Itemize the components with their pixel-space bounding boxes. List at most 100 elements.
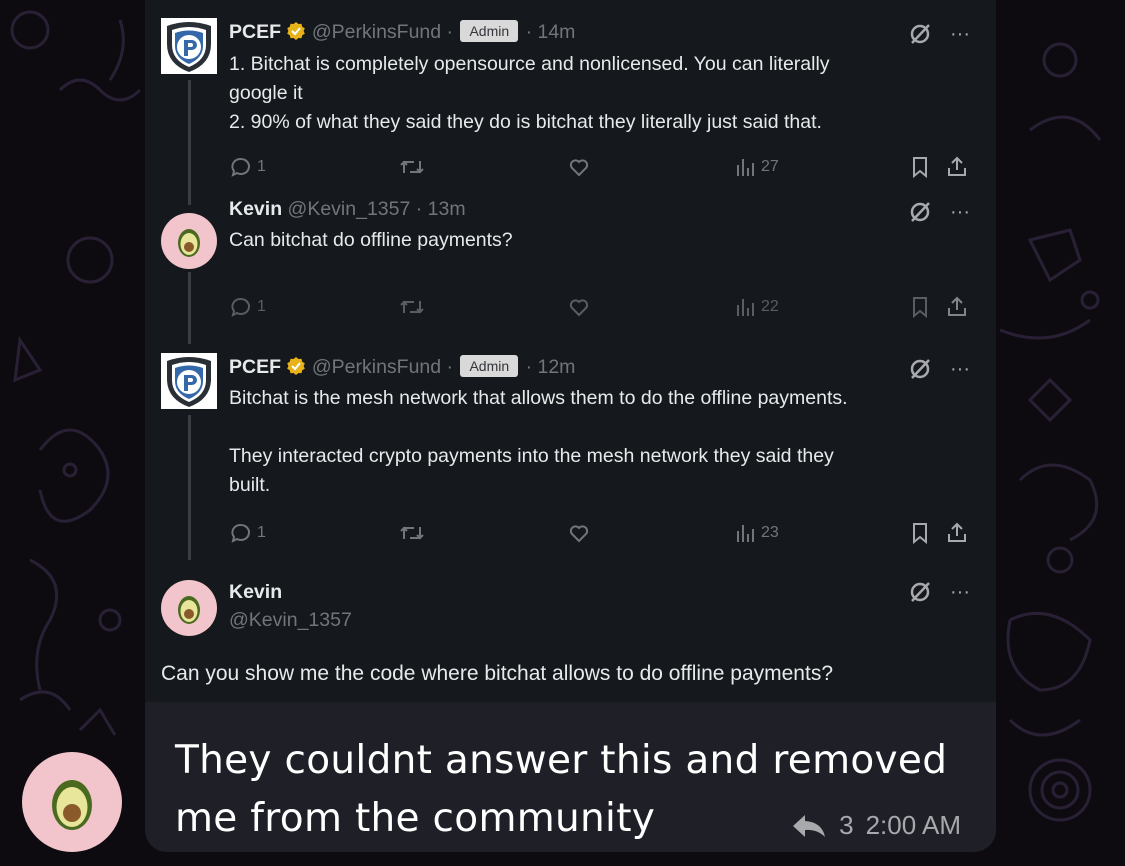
admin-badge: Admin [460,20,519,42]
grok-icon[interactable] [908,22,932,46]
message-bubble: PCEF @PerkinsFund · Admin · 14m ··· 1. B… [145,0,996,852]
like-button[interactable] [567,155,591,179]
avocado-icon [161,580,217,636]
retweet-button[interactable] [399,295,425,319]
tweet-time[interactable]: · 14m [526,21,576,43]
grok-icon[interactable] [908,580,932,604]
shield-p-logo [167,22,211,72]
more-icon[interactable]: ··· [950,581,970,604]
tweet-body: Can bitchat do offline payments? [229,226,969,255]
forward-arrow-icon[interactable] [791,812,827,840]
view-count: 27 [761,158,779,175]
author-handle[interactable]: @PerkinsFund · [312,21,453,43]
reply-count: 1 [257,158,266,175]
reply-count: 1 [257,298,266,315]
more-icon[interactable]: ··· [950,23,970,46]
like-button[interactable] [567,295,591,319]
tweet-text-line: Bitchat is the mesh network that allows … [229,387,848,409]
avocado-icon [161,213,217,269]
reply-button[interactable]: 1 [229,521,266,545]
heart-icon [569,525,589,543]
thread-line [188,415,191,560]
tweet-top-icons: ··· [908,22,970,46]
reply-button[interactable]: 1 [229,155,266,179]
tweet-text-line: They interacted crypto payments into the… [229,445,834,467]
retweet-button[interactable] [399,155,425,179]
tweet-text-line [229,413,969,442]
tweet-text-line: 2. 90% of what they said they do is bitc… [229,111,822,133]
views-button[interactable]: 27 [735,155,779,179]
author-name[interactable]: Kevin [229,581,352,604]
retweet-icon [400,300,424,314]
bookmark-button[interactable] [909,155,931,179]
bookmark-button[interactable] [909,521,931,545]
tweet-top-icons: ··· [908,357,970,381]
pcef-avatar[interactable] [161,18,217,74]
tweet-header: PCEF @PerkinsFund · Admin · 14m [229,20,575,44]
thread-line [188,272,191,344]
author-handle[interactable]: @PerkinsFund · [312,356,453,378]
tweet-actions: 1 27 [229,155,969,185]
tweet-header: Kevin @Kevin_1357 · 13m [229,198,466,221]
author-name[interactable]: Kevin [229,198,282,220]
retweet-icon [400,160,424,174]
bookmark-icon [913,297,927,319]
reply-icon [231,158,250,177]
tweet-4[interactable]: Kevin @Kevin_1357 ··· Can you show me th… [145,578,996,698]
author-handle[interactable]: @Kevin_1357 · 13m [288,198,466,220]
reply-counter[interactable]: 3 [839,810,853,841]
heart-icon [569,159,589,177]
tweet-2[interactable]: Kevin @Kevin_1357 · 13m ··· Can bitchat … [145,198,996,344]
tweet-text-line: Can bitchat do offline payments? [229,229,513,251]
views-button[interactable]: 22 [735,295,779,319]
kevin-avatar[interactable] [161,213,217,269]
share-button[interactable] [945,521,969,545]
grok-icon[interactable] [908,357,932,381]
share-icon [948,156,966,176]
more-icon[interactable]: ··· [950,358,970,381]
tweet-time[interactable]: · 12m [526,356,576,378]
grok-icon[interactable] [908,200,932,224]
views-icon [737,525,754,542]
tweet-text-line: built. [229,474,271,496]
admin-badge: Admin [460,355,519,377]
tweet-header: PCEF @PerkinsFund · Admin · 12m [229,355,575,379]
tweet-header: Kevin @Kevin_1357 [229,581,352,632]
like-button[interactable] [567,521,591,545]
verified-badge-icon [287,22,306,40]
share-button[interactable] [945,155,969,179]
tweet-body: Bitchat is the mesh network that allows … [229,384,969,500]
more-icon[interactable]: ··· [950,201,970,224]
share-icon [948,296,966,316]
pcef-avatar[interactable] [161,353,217,409]
author-handle[interactable]: @Kevin_1357 [229,609,352,632]
views-icon [737,299,754,316]
tweet-body: 1. Bitchat is completely opensource and … [229,50,969,137]
kevin-avatar[interactable] [161,580,217,636]
sender-avatar[interactable] [22,752,122,852]
tweet-body: Can you show me the code where bitchat a… [161,662,833,685]
tweet-3[interactable]: PCEF @PerkinsFund · Admin · 12m ··· Bitc… [145,353,996,560]
shield-p-logo [167,357,211,407]
view-count: 22 [761,298,779,315]
tweet-text-line: 1. Bitchat is completely opensource and … [229,53,830,75]
tweet-top-icons: ··· [908,580,970,604]
views-button[interactable]: 23 [735,521,779,545]
tweet-top-icons: ··· [908,200,970,224]
reply-icon [231,524,250,543]
share-button[interactable] [945,295,969,319]
avocado-icon [22,752,122,852]
retweet-button[interactable] [399,521,425,545]
bookmark-icon [913,523,927,545]
bookmark-icon [913,157,927,179]
views-icon [737,159,754,176]
bookmark-button[interactable] [909,295,931,319]
share-icon [948,522,966,542]
author-name[interactable]: PCEF [229,21,281,43]
message-line: They couldnt answer this and removed [175,738,948,783]
reply-button[interactable]: 1 [229,295,266,319]
heart-icon [569,299,589,317]
author-name[interactable]: PCEF [229,356,281,378]
reply-count: 1 [257,524,266,541]
tweet-text-line: google it [229,82,303,104]
